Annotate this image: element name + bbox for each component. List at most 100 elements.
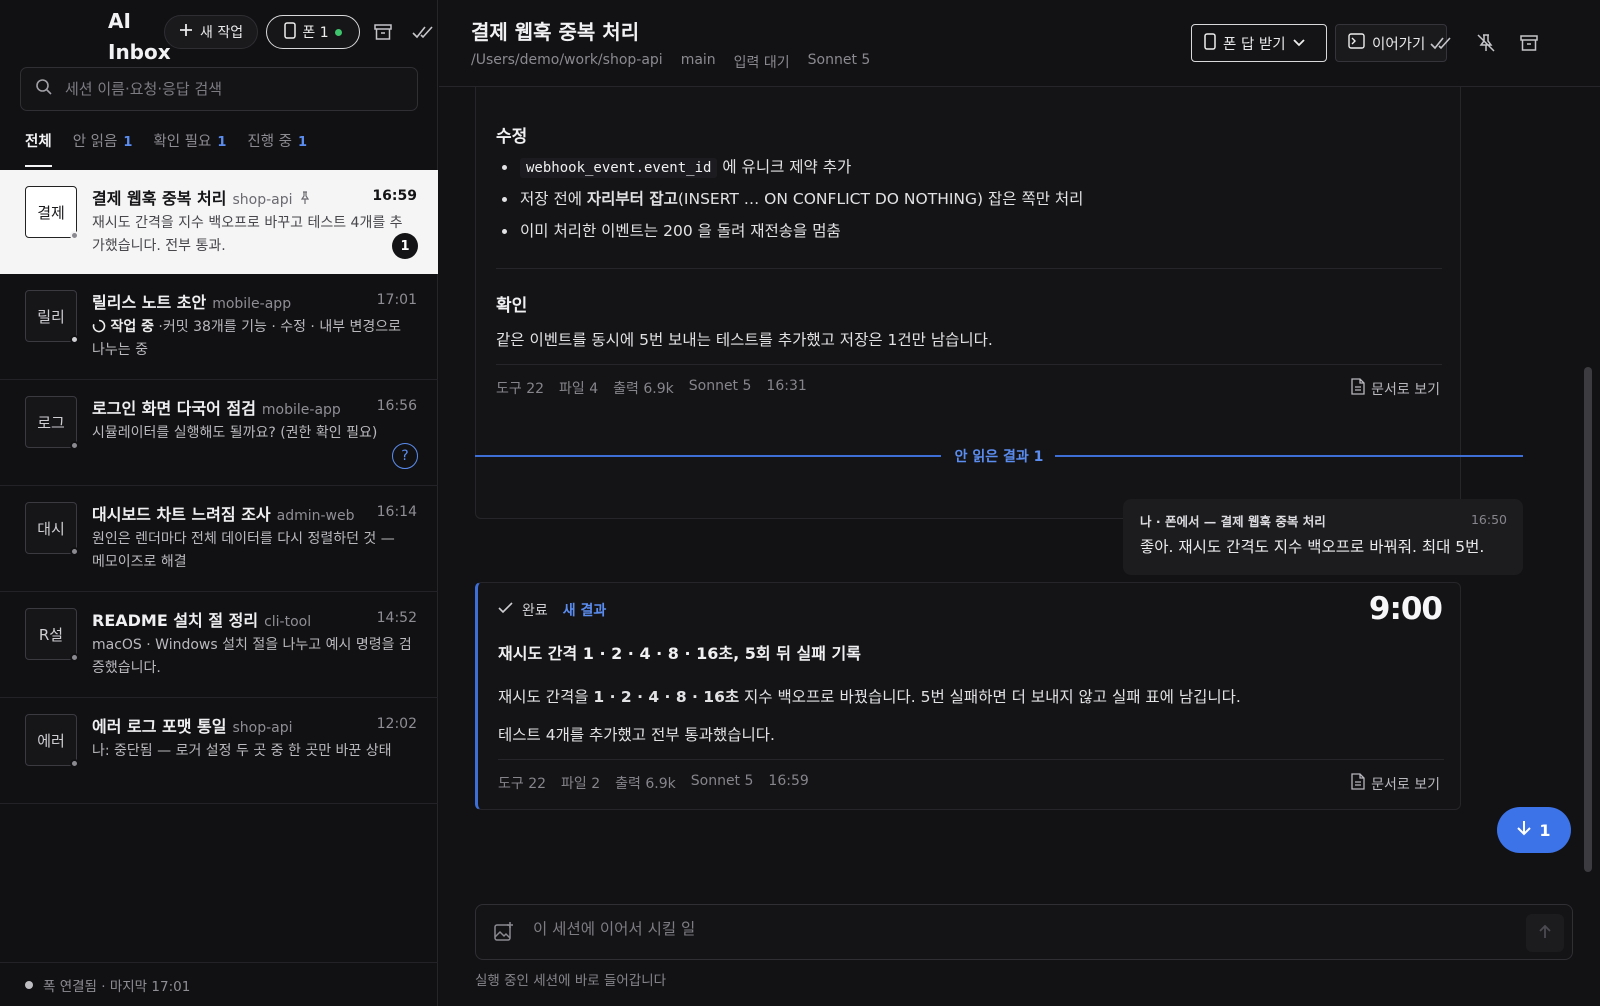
search-bar [20,67,418,111]
session-item[interactable]: R설 README 설치 절 정리 cli-tool 14:52 macOS · … [0,592,438,698]
phone-reply-dropdown[interactable]: 폰 답 받기 [1191,24,1327,62]
tab-count: 1 [123,135,133,150]
document-icon [1351,773,1365,794]
session-avatar: R설 [25,608,79,662]
status-label: 완료 [522,603,548,619]
session-meta: /Users/demo/work/shop-api main 입력 대기 Son… [471,52,870,72]
list-item: webhook_event.event_id 에 유니크 제약 추가 [496,151,1083,183]
stat-time: 16:59 [768,773,809,789]
chevron-down-icon [1292,35,1305,51]
conversation-scroll[interactable]: 수정 webhook_event.event_id 에 유니크 제약 추가 저장… [439,87,1600,888]
session-title: 대시보드 차트 느려짐 조사 admin-web [92,501,355,525]
session-title: README 설치 절 정리 cli-tool [92,607,311,631]
phone-connection-button[interactable]: 폰 1 [266,15,360,49]
tab-count: 1 [217,135,227,150]
archive-icon[interactable] [1517,31,1541,55]
search-icon [35,78,53,100]
composer [475,904,1573,960]
mark-read-icon[interactable] [1429,31,1453,55]
session-avatar: 에러 [25,714,79,768]
tab-label: 진행 중 [247,134,293,150]
avatar-label: 로그 [37,413,65,432]
avatar-label: R설 [38,625,64,644]
send-button[interactable] [1526,914,1564,952]
session-title: 릴리스 노트 초안 mobile-app [92,289,291,313]
pin-icon[interactable] [299,190,311,209]
archive-icon[interactable] [370,19,396,45]
status-dot [70,335,79,344]
divider [498,759,1444,760]
tab-in-progress[interactable]: 진행 중 1 [247,130,307,167]
attach-image-icon[interactable] [493,921,515,947]
session-time: 12:02 [376,716,417,732]
stat-files: 파일 4 [559,381,599,397]
status-dot [70,547,79,556]
session-item[interactable]: 에러 에러 로그 포맷 통일 shop-api 12:02 나: 중단됨 — 로거… [0,698,438,804]
page-title: 결제 웹훅 중복 처리 [471,20,640,44]
fix-list: webhook_event.event_id 에 유니크 제약 추가 저장 전에… [496,151,1083,247]
list-item-text: 이미 처리한 이벤트는 200 을 돌려 재전송을 멈춤 [520,222,841,240]
message-text: 좋아. 재시도 간격도 지수 백오프로 바꿔줘. 최대 5번. [1140,538,1485,556]
tab-label: 안 읽음 [72,134,118,150]
status-dot [70,231,79,240]
new-result-card: 완료 새 결과 9:00 재시도 간격 1 · 2 · 4 · 8 · 16초,… [475,582,1461,810]
fix-heading: 수정 [496,127,528,147]
session-avatar: 로그 [25,396,79,450]
stat-model: Sonnet 5 [690,773,754,789]
session-model: Sonnet 5 [807,52,871,68]
connection-dot [25,980,33,989]
result-text-part: 지수 백오프로 바꿨습니다. 5번 실패하면 더 보내지 않고 실패 표에 남깁… [739,688,1241,706]
scroll-to-new-button[interactable]: 1 [1497,807,1571,853]
view-as-doc-label: 문서로 보기 [1371,776,1440,793]
session-item[interactable]: 결제 결제 웹훅 중복 처리 shop-api 16:59 재시도 간격을 지수 … [0,170,438,274]
session-title-text: 결제 웹훅 중복 처리 [92,189,227,208]
session-path: /Users/demo/work/shop-api [471,52,663,68]
session-item[interactable]: 릴리 릴리스 노트 초안 mobile-app 17:01 작업 중 ·커밋 38… [0,274,438,380]
divider [496,268,1442,269]
mark-all-read-icon[interactable] [410,19,436,45]
connection-status: 폭 연결됨 · 마지막 17:01 [0,962,438,1006]
view-as-doc-label: 문서로 보기 [1371,381,1440,398]
view-as-doc-link[interactable]: 문서로 보기 [1351,378,1440,399]
session-project: mobile-app [261,402,341,418]
session-preview: 원인은 렌더마다 전체 데이터를 다시 정렬하던 것 — 메모이즈로 해결 [92,531,395,570]
tab-needs-review[interactable]: 확인 필요 1 [153,130,226,167]
result-text-part: 재시도 간격을 [498,688,594,706]
session-preview: 시뮬레이터를 실행해도 될까요? (권한 확인 필요) [92,425,378,441]
check-icon [498,602,513,618]
unpin-icon[interactable] [1474,31,1498,55]
avatar-label: 결제 [37,203,65,222]
session-state: 입력 대기 [733,55,790,71]
filter-tabs: 전체 안 읽음 1 확인 필요 1 진행 중 1 [25,130,307,167]
session-item[interactable]: 대시 대시보드 차트 느려짐 조사 admin-web 16:14 원인은 렌더마… [0,486,438,592]
scrollbar-thumb[interactable] [1584,367,1592,872]
stat-tools: 도구 22 [498,776,547,792]
session-item[interactable]: 로그 로그인 화면 다국어 점검 mobile-app 16:56 시뮬레이터를 … [0,380,438,486]
message-time: 16:50 [1470,512,1507,527]
new-task-button[interactable]: 새 작업 [164,15,259,49]
clock-display: 9:00 [1368,591,1443,627]
session-branch: main [680,52,716,68]
stat-files: 파일 2 [561,776,601,792]
list-item: 이미 처리한 이벤트는 200 을 돌려 재전송을 멈춤 [496,215,1083,247]
tab-unread[interactable]: 안 읽음 1 [73,130,133,167]
result-text: 재시도 간격을 1 · 2 · 4 · 8 · 16초 지수 백오프로 바꿨습니… [498,685,1241,707]
list-item-text: 저장 전에 [520,190,587,208]
status-dot [70,441,79,450]
scrollbar[interactable] [1582,87,1594,888]
new-task-label: 새 작업 [200,25,244,41]
phone-reply-label: 폰 답 받기 [1223,36,1286,53]
plus-icon [179,23,193,41]
stat-time: 16:31 [766,378,807,394]
session-preview: macOS · Windows 설치 절을 나누고 예시 명령을 검증했습니다. [92,637,412,676]
spinner-icon [92,319,106,335]
session-project: admin-web [276,508,355,524]
view-as-doc-link[interactable]: 문서로 보기 [1351,773,1440,794]
divider [496,364,1442,365]
tab-all[interactable]: 전체 [25,130,52,167]
session-avatar: 결제 [25,186,79,240]
session-title: 로그인 화면 다국어 점검 mobile-app [92,395,341,419]
tab-label: 전체 [25,134,52,150]
composer-input[interactable] [533,920,1483,938]
search-input[interactable] [65,80,395,98]
